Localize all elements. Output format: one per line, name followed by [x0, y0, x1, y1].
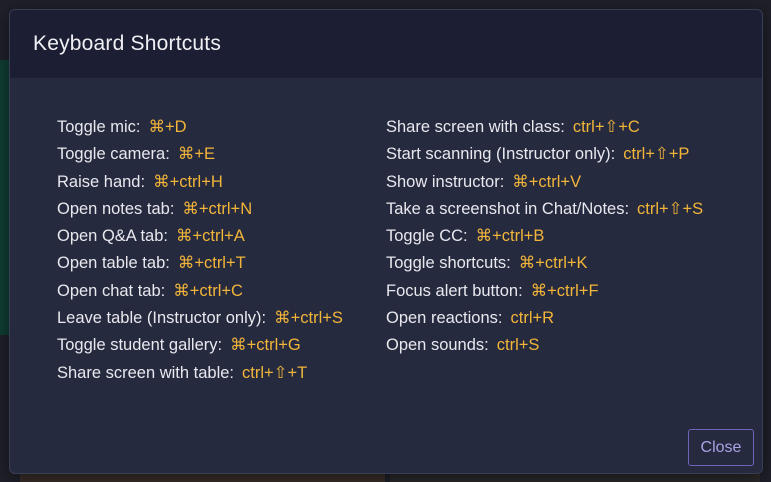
- shortcut-keys: ⌘+ctrl+T: [177, 254, 246, 273]
- shortcut-row: Share screen with class: ctrl+⇧+C: [386, 114, 703, 141]
- shortcut-row: Start scanning (Instructor only): ctrl+⇧+…: [386, 141, 703, 168]
- shortcut-keys: ⌘+ctrl+S: [274, 309, 343, 328]
- shortcut-label: Open chat tab:: [57, 281, 166, 300]
- shortcut-keys: ⌘+ctrl+K: [518, 254, 588, 273]
- modal-header: Keyboard Shortcuts: [10, 10, 762, 78]
- shortcut-label: Toggle shortcuts:: [386, 254, 511, 273]
- shortcut-label: Leave table (Instructor only):: [57, 309, 267, 328]
- shortcut-keys: ⌘+D: [148, 118, 187, 136]
- shortcut-label: Take a screenshot in Chat/Notes:: [386, 199, 630, 218]
- shortcut-label: Toggle CC:: [386, 227, 468, 246]
- shortcut-label: Open table tab:: [57, 254, 170, 273]
- shortcut-row: Open chat tab: ⌘+ctrl+C: [57, 278, 343, 305]
- shortcut-keys: ⌘+E: [177, 145, 215, 164]
- shortcut-keys: ctrl+⇧+C: [572, 118, 640, 136]
- shortcut-label: Share screen with class:: [386, 118, 565, 136]
- shortcut-label: Raise hand:: [57, 172, 146, 191]
- shortcut-row: Open table tab: ⌘+ctrl+T: [57, 250, 343, 277]
- shortcut-row: Toggle mic: ⌘+D: [57, 114, 343, 141]
- shortcut-keys: ctrl+S: [496, 336, 540, 355]
- shortcut-keys: ⌘+ctrl+G: [230, 336, 301, 355]
- shortcut-row: Open reactions: ctrl+R: [386, 305, 703, 332]
- shortcut-label: Toggle camera:: [57, 145, 170, 164]
- shortcut-row: Toggle CC: ⌘+ctrl+B: [386, 223, 703, 250]
- shortcut-row: Toggle student gallery: ⌘+ctrl+G: [57, 332, 343, 359]
- modal-title: Keyboard Shortcuts: [33, 32, 222, 55]
- shortcut-row: Share screen with table: ctrl+⇧+T: [57, 360, 343, 387]
- shortcut-keys: ⌘+ctrl+N: [182, 199, 253, 218]
- shortcut-keys: ⌘+ctrl+F: [530, 281, 599, 300]
- shortcut-keys: ctrl+R: [510, 309, 555, 328]
- shortcut-row: Toggle camera: ⌘+E: [57, 141, 343, 168]
- shortcut-row: Take a screenshot in Chat/Notes: ctrl+⇧+S: [386, 196, 703, 223]
- shortcut-keys: ⌘+ctrl+A: [176, 227, 245, 246]
- shortcut-row: Focus alert button: ⌘+ctrl+F: [386, 278, 703, 305]
- shortcut-keys: ctrl+⇧+T: [242, 363, 308, 382]
- shortcut-label: Toggle mic:: [57, 118, 141, 136]
- shortcut-label: Share screen with table:: [57, 363, 235, 382]
- shortcut-row: Show instructor: ⌘+ctrl+V: [386, 169, 703, 196]
- shortcut-label: Open reactions:: [386, 309, 503, 328]
- shortcut-label: Open sounds:: [386, 336, 489, 355]
- shortcut-keys: ctrl+⇧+S: [637, 199, 704, 218]
- shortcut-label: Open Q&A tab:: [57, 227, 168, 246]
- shortcut-row: Raise hand: ⌘+ctrl+H: [57, 169, 343, 196]
- close-button[interactable]: Close: [688, 429, 754, 466]
- shortcut-keys: ⌘+ctrl+C: [173, 281, 243, 300]
- shortcut-label: Show instructor:: [386, 172, 505, 191]
- shortcut-keys: ⌘+ctrl+V: [512, 172, 582, 191]
- shortcut-row: Leave table (Instructor only): ⌘+ctrl+S: [57, 305, 343, 332]
- shortcut-keys: ⌘+ctrl+H: [153, 172, 223, 191]
- shortcut-keys: ctrl+⇧+P: [623, 145, 690, 164]
- shortcut-row: Open Q&A tab: ⌘+ctrl+A: [57, 223, 343, 250]
- keyboard-shortcuts-modal: Keyboard Shortcuts Toggle mic: ⌘+D Toggle…: [9, 9, 763, 474]
- shortcuts-column-left: Toggle mic: ⌘+D Toggle camera: ⌘+E Raise h…: [57, 114, 343, 387]
- shortcuts-column-right: Share screen with class: ctrl+⇧+C Start s…: [386, 114, 703, 360]
- shortcut-label: Focus alert button:: [386, 281, 523, 300]
- modal-body: Toggle mic: ⌘+D Toggle camera: ⌘+E Raise h…: [10, 78, 762, 473]
- shortcut-row: Toggle shortcuts: ⌘+ctrl+K: [386, 250, 703, 277]
- shortcut-row: Open notes tab: ⌘+ctrl+N: [57, 196, 343, 223]
- shortcut-keys: ⌘+ctrl+B: [475, 227, 545, 246]
- shortcut-label: Toggle student gallery:: [57, 336, 223, 355]
- shortcut-label: Open notes tab:: [57, 199, 175, 218]
- shortcut-row: Open sounds: ctrl+S: [386, 332, 703, 359]
- shortcut-label: Start scanning (Instructor only):: [386, 145, 616, 164]
